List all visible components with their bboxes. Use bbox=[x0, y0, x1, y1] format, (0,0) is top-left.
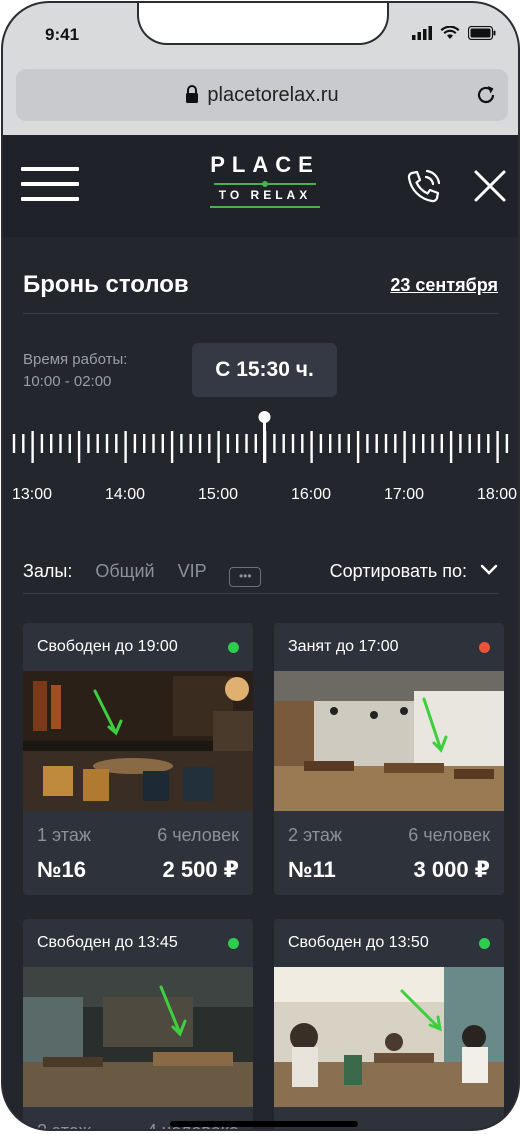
filters-bar: Залы: Общий VIP ••• Сортировать по: bbox=[23, 561, 498, 587]
table-number: №11 bbox=[288, 857, 336, 882]
table-card-11[interactable]: Занят до 17:00 2 этаж 6 человек №11 3 000 … bbox=[274, 623, 504, 895]
logo-line1: PLACE bbox=[210, 152, 320, 177]
table-status: Свободен до 13:50 bbox=[274, 919, 504, 967]
status-dot bbox=[479, 642, 490, 653]
sort-label: Сортировать по: bbox=[329, 561, 467, 581]
sort-dropdown[interactable]: Сортировать по: bbox=[330, 561, 498, 582]
signal-icon bbox=[412, 26, 432, 40]
logo[interactable]: PLACE TO RELAX bbox=[206, 152, 324, 208]
table-capacity: 6 человек bbox=[408, 825, 490, 845]
browser-bar: 9:41 placetorelax.ru bbox=[3, 3, 518, 135]
table-photo bbox=[274, 967, 504, 1107]
notch bbox=[137, 3, 389, 45]
date-picker-link[interactable]: 23 сентября bbox=[390, 275, 498, 296]
restaurant-photo bbox=[274, 671, 504, 811]
working-hours-label: Время работы: bbox=[23, 351, 128, 368]
working-hours-value: 10:00 - 02:00 bbox=[23, 373, 112, 390]
table-photo bbox=[23, 967, 253, 1107]
url-label: placetorelax.ru bbox=[207, 84, 339, 106]
reload-icon[interactable] bbox=[474, 83, 498, 107]
table-status-text: Свободен до 13:50 bbox=[288, 934, 429, 951]
status-dot bbox=[479, 938, 490, 949]
title-divider bbox=[23, 313, 498, 314]
battery-icon bbox=[468, 26, 496, 40]
table-photo bbox=[23, 671, 253, 811]
time-tick-label: 14:00 bbox=[105, 486, 145, 503]
booking-content: Бронь столов 23 сентября Время работы: 1… bbox=[3, 237, 518, 1129]
lock-icon bbox=[186, 85, 199, 103]
tab-vip[interactable]: VIP bbox=[178, 561, 207, 581]
menu-icon[interactable] bbox=[21, 167, 79, 212]
table-floor: 2 этаж bbox=[288, 825, 342, 845]
table-card-16[interactable]: Свободен до 19:00 1 этаж 6 человек №16 2 5… bbox=[23, 623, 253, 895]
table-status: Свободен до 13:45 bbox=[23, 919, 253, 967]
table-capacity: 6 человек bbox=[157, 825, 239, 845]
close-icon[interactable] bbox=[473, 169, 507, 203]
time-slider[interactable]: 13:00 14:00 15:00 16:00 17:00 18:00 bbox=[3, 407, 520, 507]
phone-call-icon[interactable] bbox=[403, 167, 443, 207]
table-number: №16 bbox=[37, 857, 86, 882]
table-photo bbox=[274, 671, 504, 811]
status-dot bbox=[228, 642, 239, 653]
chevron-down-icon bbox=[480, 564, 498, 575]
status-icons bbox=[412, 26, 496, 40]
tab-general[interactable]: Общий bbox=[95, 561, 154, 581]
table-meta: 1 этаж 6 человек bbox=[23, 825, 253, 853]
table-card-3[interactable]: Свободен до 13:45 2 этаж4 человека bbox=[23, 919, 253, 1131]
table-summary: №11 3 000 ₽ bbox=[274, 853, 504, 895]
wifi-icon bbox=[440, 26, 460, 39]
logo-underline bbox=[210, 206, 320, 208]
working-hours: Время работы: 10:00 - 02:00 bbox=[23, 349, 127, 393]
table-floor: 1 этаж bbox=[37, 825, 91, 845]
table-status: Свободен до 19:00 bbox=[23, 623, 253, 671]
more-halls-button[interactable]: ••• bbox=[229, 567, 262, 587]
table-price: 2 500 ₽ bbox=[162, 857, 239, 882]
time-tick-label: 18:00 bbox=[477, 486, 517, 503]
status-time: 9:41 bbox=[45, 25, 80, 44]
restaurant-photo bbox=[23, 671, 253, 811]
status-dot bbox=[228, 938, 239, 949]
logo-line2: TO RELAX bbox=[218, 188, 312, 202]
slider-handle[interactable] bbox=[258, 411, 271, 423]
home-indicator bbox=[170, 1121, 358, 1127]
table-summary: №16 2 500 ₽ bbox=[23, 853, 253, 895]
address-bar[interactable]: placetorelax.ru bbox=[16, 69, 508, 121]
phone-frame: 9:41 placetorelax.ru PLACE TO RELAX Брон… bbox=[1, 1, 520, 1131]
logo-divider bbox=[214, 181, 316, 187]
filters-divider bbox=[23, 593, 498, 594]
site-header: PLACE TO RELAX bbox=[3, 135, 518, 237]
table-status: Занят до 17:00 bbox=[274, 623, 504, 671]
table-card-4[interactable]: Свободен до 13:50 bbox=[274, 919, 504, 1129]
time-tick-label: 16:00 bbox=[291, 486, 331, 503]
table-meta: 2 этаж 6 человек bbox=[274, 825, 504, 853]
page-title: Бронь столов bbox=[23, 271, 189, 298]
time-tick-label: 17:00 bbox=[384, 486, 424, 503]
halls-label: Залы: bbox=[23, 561, 73, 581]
table-floor: 2 этаж bbox=[37, 1121, 91, 1131]
selected-time-pill[interactable]: С 15:30 ч. bbox=[192, 343, 337, 397]
table-status-text: Свободен до 13:45 bbox=[37, 934, 178, 951]
table-status-text: Занят до 17:00 bbox=[288, 638, 399, 655]
table-price: 3 000 ₽ bbox=[413, 857, 490, 882]
restaurant-photo bbox=[274, 967, 504, 1107]
time-tick-label: 15:00 bbox=[198, 486, 238, 503]
table-status-text: Свободен до 19:00 bbox=[37, 638, 178, 655]
restaurant-photo bbox=[23, 967, 253, 1107]
time-tick-label: 13:00 bbox=[12, 486, 52, 503]
url-text: placetorelax.ru bbox=[16, 84, 508, 107]
